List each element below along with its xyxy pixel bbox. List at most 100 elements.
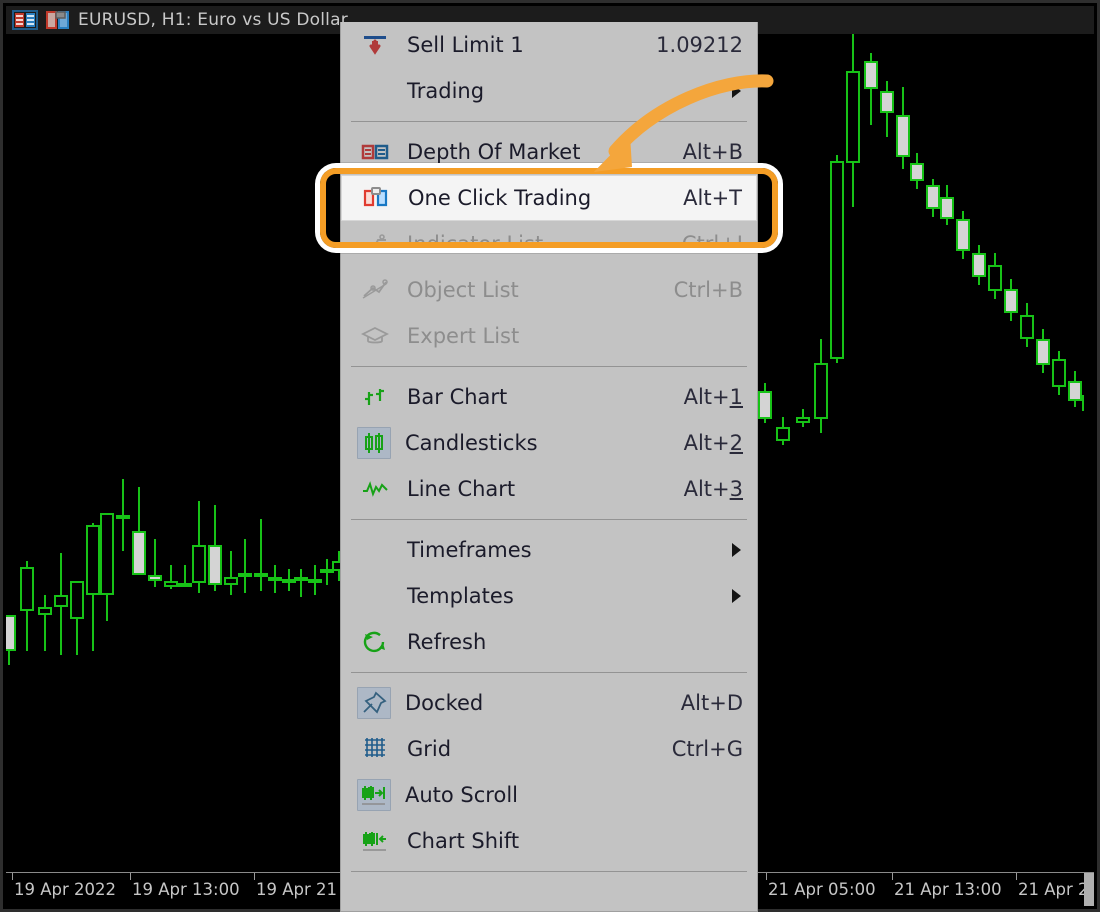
menu-item-shortcut: Alt+2 [683,431,743,455]
candlestick [70,581,84,655]
expert-list-icon [357,321,393,351]
menu-item-label: Line Chart [407,477,516,501]
axis-tick-label: 21 Apr 05:00 [768,880,876,899]
candlestick [224,551,238,595]
menu-item-shortcut: Ctrl+G [671,737,743,761]
menu-item-label: Depth Of Market [407,140,581,164]
candlestick [132,487,146,575]
refresh-icon [357,627,393,657]
candle-body [864,61,878,89]
candle-wick [44,595,46,651]
candle-body [830,161,844,359]
menu-item-sell-limit[interactable]: Sell Limit 1 1.09212 [341,22,757,68]
menu-item-shortcut: Alt+B [682,140,743,164]
menu-separator [351,519,747,520]
candle-wick [184,565,186,585]
candle-body [192,545,206,583]
candlestick [178,565,192,587]
candle-body [796,417,810,423]
candle-body [896,115,910,157]
candle-body [208,545,222,585]
chart-context-menu[interactable]: Sell Limit 1 1.09212 Trading Depth Of Mark… [340,22,758,912]
menu-item-one-click-trading[interactable]: One Click Trading Alt+T [341,175,757,221]
candlestick [20,561,34,651]
candlestick [814,339,828,433]
candle-body [1052,359,1066,387]
menu-item-trading[interactable]: Trading [341,68,757,114]
chart-shift-icon [357,826,393,856]
candle-body [70,581,84,619]
candlestick [830,155,844,363]
candle-body [54,595,68,607]
menu-item-candlesticks[interactable]: Candlesticks Alt+2 [341,420,757,466]
candlestick [1004,279,1018,321]
chart-right-margin [1084,34,1094,873]
candle-body [926,185,940,209]
candle-body [148,575,162,581]
candlestick [208,505,222,591]
candlestick [38,595,52,651]
candlestick [254,519,268,591]
menu-item-timeframes[interactable]: Timeframes [341,527,757,573]
menu-item-docked[interactable]: Docked Alt+D [341,680,757,726]
candlestick [86,523,100,651]
menu-item-label: Chart Shift [407,829,520,853]
candle-body [132,531,146,575]
menu-item-bar-chart[interactable]: Bar Chart Alt+1 [341,374,757,420]
menu-item-shortcut: Alt+T [683,186,742,210]
candle-body [1004,289,1018,313]
menu-item-label: Refresh [407,630,487,654]
chevron-right-icon [732,589,741,603]
line-chart-icon [357,474,393,504]
one-click-trading-icon [358,183,394,213]
candlestick [148,539,162,587]
menu-item-grid[interactable]: Grid Ctrl+G [341,726,757,772]
grid-icon [357,734,393,764]
menu-item-label: Templates [407,584,514,608]
menu-item-no-icon [357,581,393,611]
candlestick [6,615,16,665]
market-watch-icon[interactable] [12,9,38,31]
menu-item-object-list: Object List Ctrl+B [341,267,757,313]
candle-body [880,91,894,113]
candle-body [1036,339,1050,365]
candlestick [940,185,954,225]
menu-item-shortcut: Alt+D [680,691,743,715]
candlestick [864,53,878,125]
candlestick [896,87,910,169]
candlestick [796,409,810,427]
candlesticks-icon [357,427,391,459]
axis-tick-label: 19 Apr 2022 [14,880,117,899]
candle-body [758,391,772,419]
menu-item-templates[interactable]: Templates [341,573,757,619]
candlestick [238,539,252,593]
axis-tick-mark [766,873,767,880]
chevron-right-icon [732,84,741,98]
menu-item-depth-of-market[interactable]: Depth Of Market Alt+B [341,129,757,175]
axis-tick-label: 19 Apr 21 [256,880,338,899]
data-window-icon[interactable] [45,9,71,31]
candlestick [54,553,68,655]
menu-item-no-icon [357,76,393,106]
menu-separator [351,366,747,367]
axis-tick-mark [12,873,13,880]
sell-limit-icon [357,30,393,60]
menu-item-label: Candlesticks [405,431,538,455]
candlestick [192,501,206,593]
candlestick [758,383,772,423]
candlestick [776,417,790,445]
candlestick [846,34,860,207]
chevron-right-icon [732,543,741,557]
menu-item-auto-scroll[interactable]: Auto Scroll [341,772,757,818]
candlestick [910,153,924,189]
menu-item-shortcut: 1.09212 [656,33,743,57]
candle-body [1020,315,1034,339]
axis-scroll-handle[interactable] [1084,873,1094,906]
menu-item-indicator-list: Indicator List Ctrl+I [341,221,757,267]
menu-item-chart-shift[interactable]: Chart Shift [341,818,757,864]
menu-item-label: Sell Limit 1 [407,33,524,57]
axis-tick-label: 21 Apr 13:00 [894,880,1002,899]
menu-item-line-chart[interactable]: Line Chart Alt+3 [341,466,757,512]
menu-item-label: Object List [407,278,519,302]
menu-item-refresh[interactable]: Refresh [341,619,757,665]
